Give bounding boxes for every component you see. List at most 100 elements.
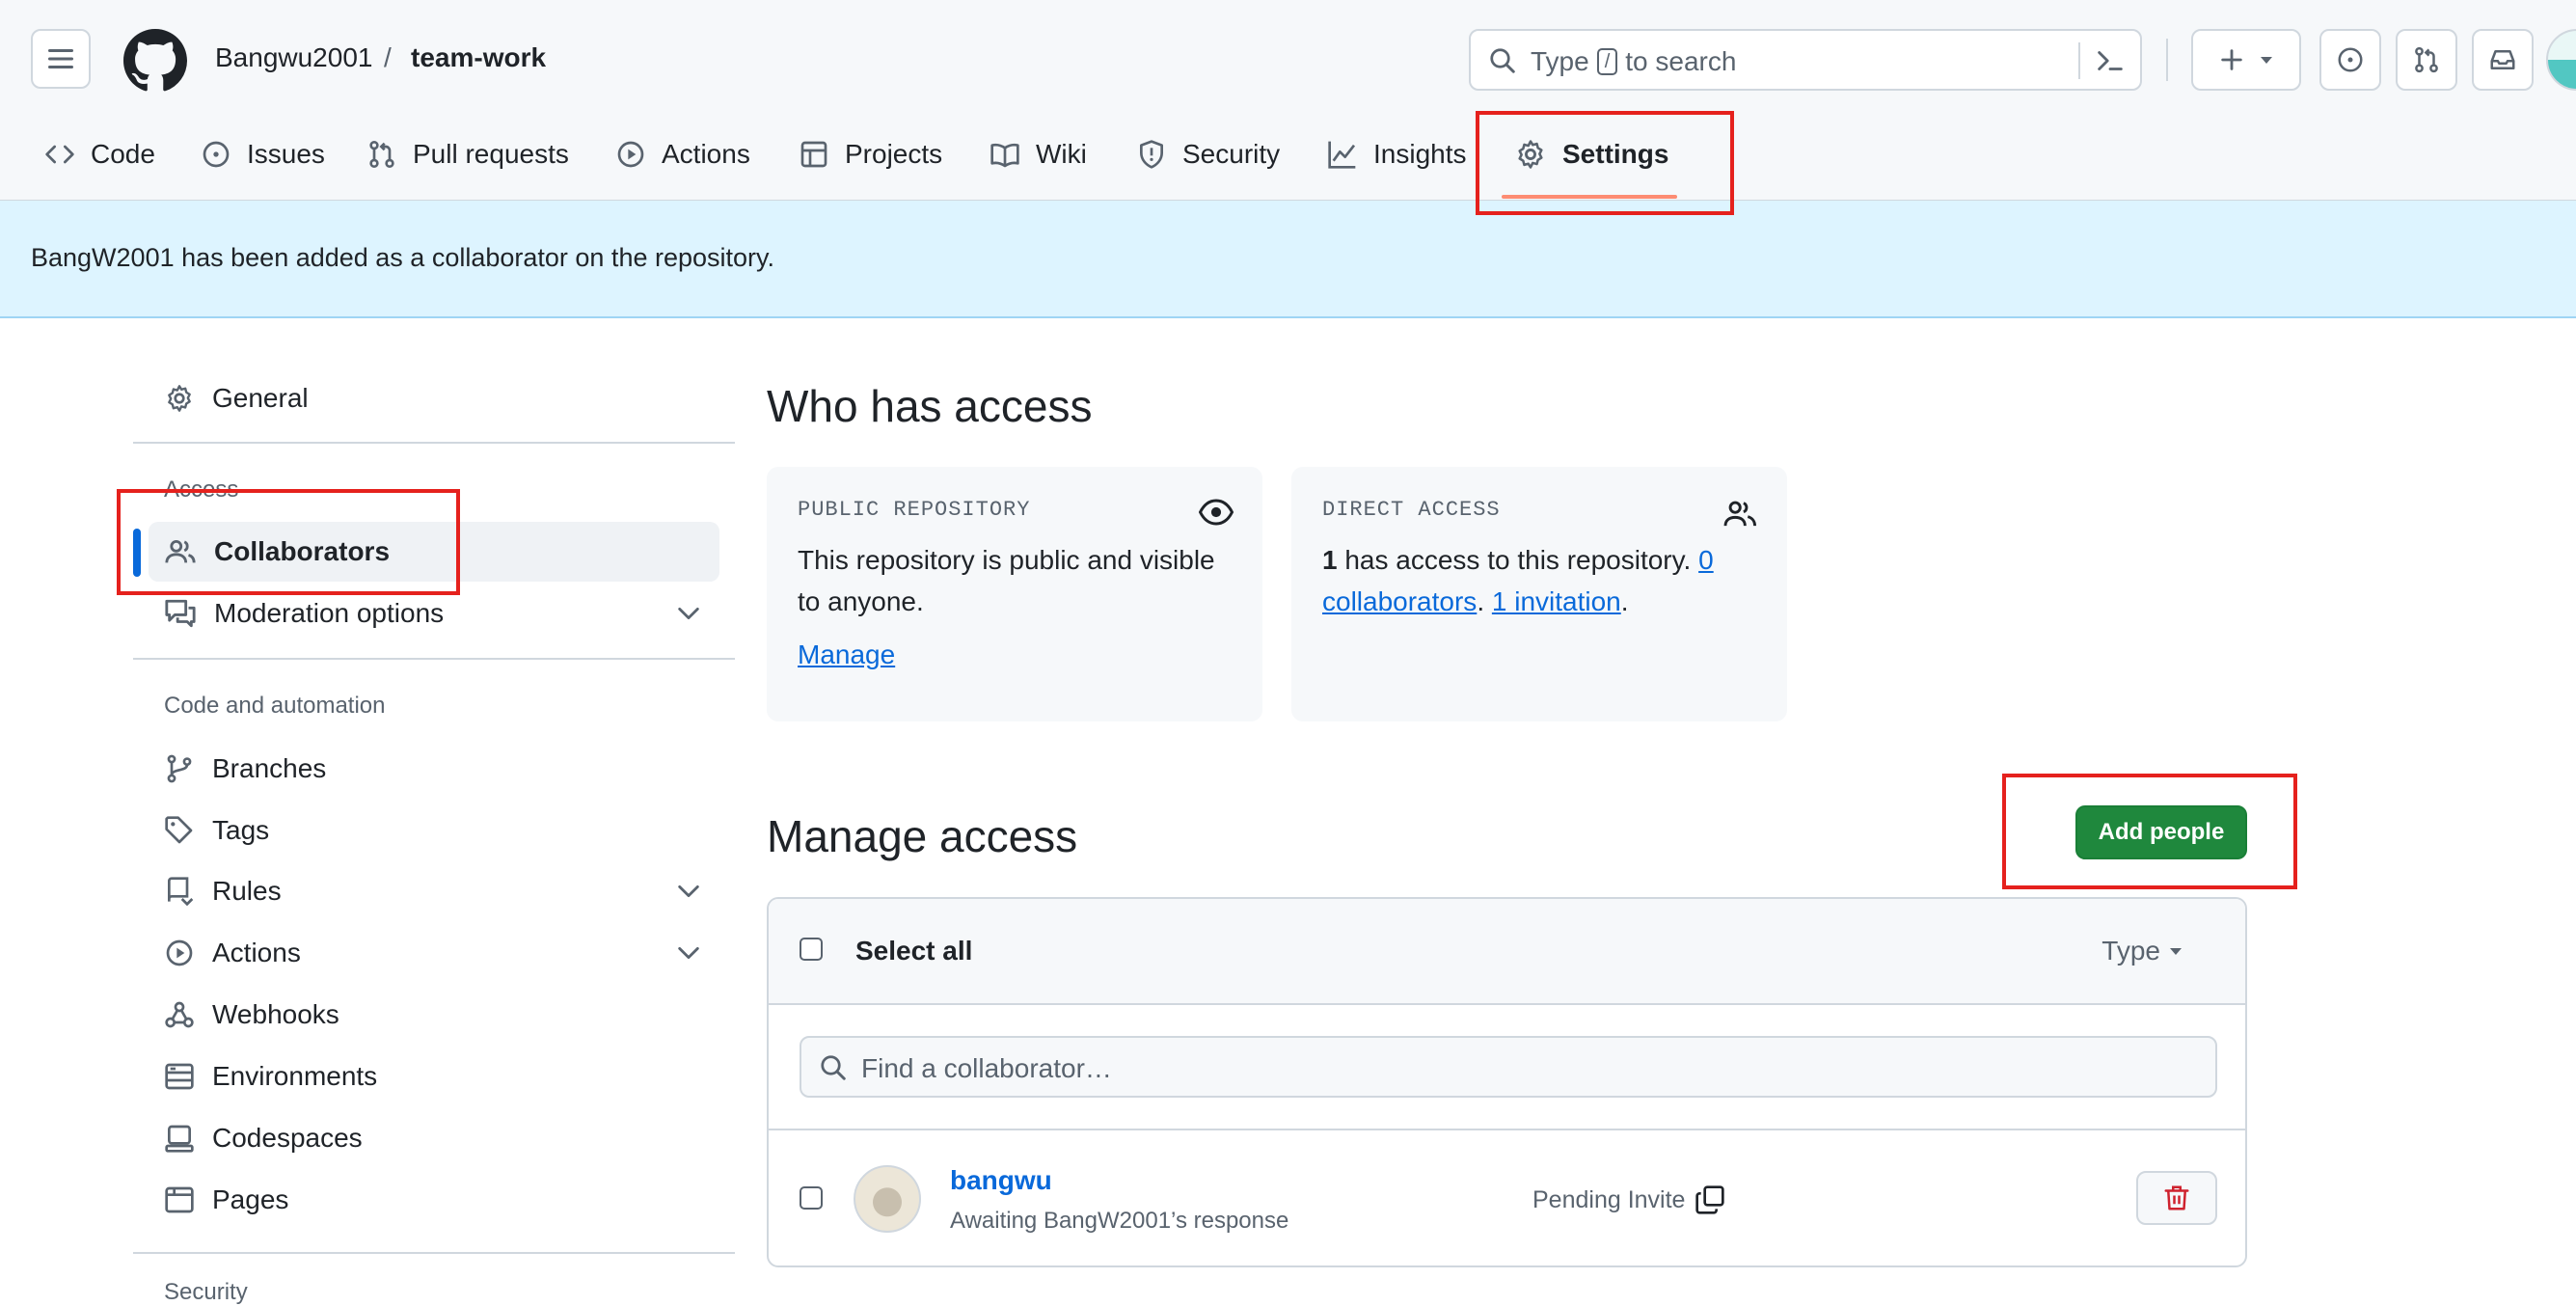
tab-wiki[interactable]: Wiki [990, 131, 1087, 177]
graph-icon [1328, 141, 1356, 169]
public-repository-text: This repository is public and visible to… [798, 545, 1215, 616]
manage-visibility-link[interactable]: Manage [798, 639, 895, 669]
tab-code[interactable]: Code [44, 131, 155, 177]
type-filter-label: Type [2101, 936, 2160, 966]
collaborator-name-link[interactable]: bangwu [950, 1165, 1052, 1196]
sidebar-divider [133, 658, 735, 660]
tab-insights[interactable]: Insights [1327, 131, 1467, 177]
search-suffix: to search [1625, 46, 1737, 76]
server-icon [165, 1063, 194, 1090]
sidebar-item-branches[interactable]: Branches [149, 739, 719, 799]
breadcrumb-owner[interactable]: Bangwu2001 [215, 42, 372, 73]
pull-requests-button[interactable] [2396, 29, 2457, 91]
sidebar-item-label: Collaborators [214, 536, 391, 566]
sidebar-item-label: Webhooks [212, 999, 339, 1029]
add-people-button[interactable]: Add people [2075, 805, 2247, 859]
sidebar-item-tags[interactable]: Tags [149, 801, 719, 860]
tab-label: Security [1182, 139, 1281, 169]
tab-label: Issues [247, 139, 325, 169]
user-avatar-menu[interactable] [2546, 29, 2576, 91]
row-checkbox[interactable] [800, 1186, 823, 1210]
tab-actions[interactable]: Actions [615, 131, 750, 177]
sidebar-item-label: Branches [212, 753, 327, 783]
sidebar-item-actions[interactable]: Actions [149, 923, 719, 983]
search-input[interactable]: Type / to search [1469, 29, 2142, 91]
flash-message: BangW2001 has been added as a collaborat… [31, 243, 775, 272]
tab-label: Code [91, 139, 155, 169]
avatar[interactable] [854, 1165, 921, 1233]
sidebar-item-collaborators[interactable]: Collaborators [149, 522, 719, 582]
gear-icon [168, 385, 191, 412]
copy-icon[interactable] [1695, 1184, 1725, 1215]
chevron-down-icon[interactable] [675, 882, 702, 901]
chevron-down-icon[interactable] [675, 943, 702, 963]
command-palette-icon[interactable] [2094, 44, 2127, 77]
find-collaborator-input[interactable]: Find a collaborator… [800, 1036, 2217, 1098]
manage-access-title: Manage access [767, 811, 1078, 861]
sidebar-item-label: General [212, 383, 309, 413]
tag-icon [165, 816, 193, 844]
gear-icon [1518, 140, 1543, 169]
create-new-button[interactable] [2191, 29, 2301, 91]
issue-opened-icon [2338, 47, 2363, 72]
search-divider [2078, 42, 2080, 79]
direct-access-label: DIRECT ACCESS [1322, 498, 1501, 522]
sidebar-item-codespaces[interactable]: Codespaces [149, 1108, 719, 1168]
repo-push-icon [168, 877, 194, 907]
public-repository-label: PUBLIC REPOSITORY [798, 498, 1031, 522]
punctuation: . [1620, 586, 1629, 616]
plus-icon [2221, 49, 2242, 70]
sidebar-item-label: Pages [212, 1184, 289, 1214]
flash-banner: BangW2001 has been added as a collaborat… [0, 201, 2576, 318]
top-header: Bangwu2001 / team-work Type / to search [0, 0, 2576, 202]
tab-settings[interactable]: Settings [1514, 131, 1668, 177]
breadcrumb-separator: / [384, 42, 392, 72]
sidebar-item-label: Rules [212, 876, 282, 906]
issues-button[interactable] [2319, 29, 2381, 91]
table-header: Select all Type [769, 899, 2245, 1005]
select-all-checkbox[interactable] [800, 938, 823, 961]
shield-icon [1140, 140, 1163, 169]
sidebar-item-webhooks[interactable]: Webhooks [149, 985, 719, 1045]
tab-projects[interactable]: Projects [799, 131, 942, 177]
punctuation: . [1477, 586, 1492, 616]
github-logo-icon[interactable] [123, 29, 187, 93]
tab-label: Insights [1373, 139, 1467, 169]
direct-access-card: DIRECT ACCESS 1 has access to this repos… [1291, 467, 1787, 721]
type-filter-dropdown[interactable]: Type [2101, 936, 2183, 966]
public-repository-card: PUBLIC REPOSITORY This repository is pub… [767, 467, 1262, 721]
sidebar-item-moderation[interactable]: Moderation options [149, 584, 719, 643]
sidebar-item-general[interactable]: General [149, 368, 719, 428]
header-divider [2166, 39, 2168, 81]
search-icon [1490, 48, 1515, 73]
breadcrumb-repo[interactable]: team-work [411, 42, 546, 73]
trash-icon [2164, 1185, 2189, 1211]
webhook-icon [165, 1001, 194, 1028]
collaborators-table: Select all Type Find a collaborator… ban… [767, 897, 2247, 1267]
sidebar-item-environments[interactable]: Environments [149, 1047, 719, 1106]
tab-pull-requests[interactable]: Pull requests [366, 131, 569, 177]
people-icon [165, 539, 196, 563]
sidebar-item-rules[interactable]: Rules [149, 861, 719, 921]
who-has-access-title: Who has access [767, 381, 1093, 431]
sidebar-divider [133, 442, 735, 444]
menu-button[interactable] [31, 29, 91, 89]
tab-label: Actions [662, 139, 750, 169]
tab-security[interactable]: Security [1136, 131, 1280, 177]
sidebar-item-label: Moderation options [214, 598, 445, 628]
code-icon [45, 145, 74, 164]
hamburger-icon [48, 49, 73, 68]
inbox-button[interactable] [2472, 29, 2534, 91]
collaborator-status-text: Awaiting BangW2001’s response [950, 1208, 1289, 1234]
sidebar-item-label: Codespaces [212, 1123, 363, 1153]
invitation-count-link[interactable]: 1 invitation [1492, 586, 1621, 616]
triangle-down-icon [2170, 948, 2182, 955]
sidebar-heading-security: Security [164, 1279, 248, 1305]
select-all-label: Select all [855, 936, 973, 966]
tab-label: Pull requests [413, 139, 569, 169]
remove-collaborator-button[interactable] [2136, 1171, 2217, 1225]
chevron-down-icon[interactable] [675, 604, 702, 623]
table-divider [769, 1129, 2245, 1130]
tab-issues[interactable]: Issues [201, 131, 325, 177]
sidebar-item-pages[interactable]: Pages [149, 1170, 719, 1230]
